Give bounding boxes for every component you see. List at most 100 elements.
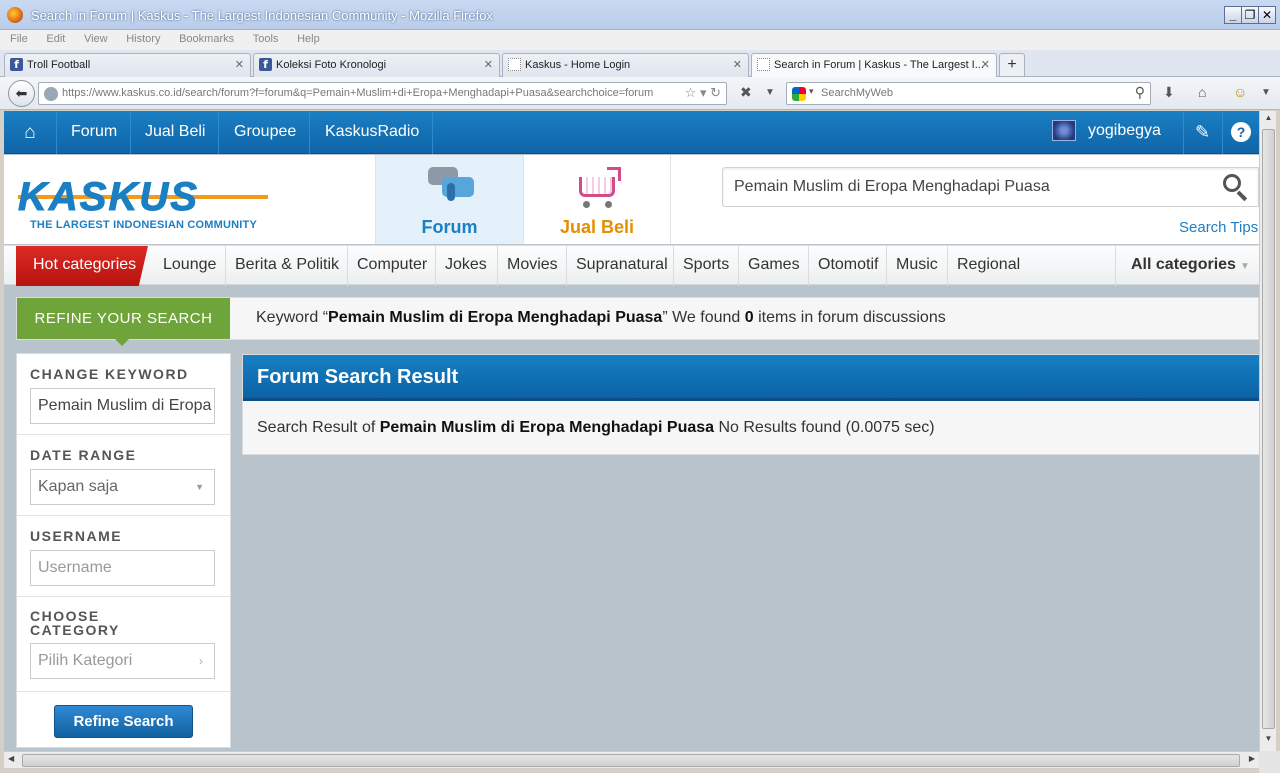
tab-koleksi-foto[interactable]: f Koleksi Foto Kronologi ✕: [253, 53, 500, 77]
category-select[interactable]: Pilih Kategori ›: [30, 643, 215, 679]
category-jokes[interactable]: Jokes: [435, 246, 496, 286]
firefox-icon: [7, 7, 23, 23]
scroll-right-arrow-icon[interactable]: ▶: [1249, 754, 1255, 763]
vertical-scrollbar[interactable]: ▲ ▼: [1259, 111, 1276, 751]
kaskus-logo[interactable]: KASKUS THE LARGEST INDONESIAN COMMUNITY: [18, 177, 268, 231]
menu-bookmarks[interactable]: Bookmarks: [179, 33, 234, 45]
home-icon[interactable]: ⌂: [1198, 84, 1206, 100]
category-music[interactable]: Music: [886, 246, 947, 286]
menu-history[interactable]: History: [126, 33, 160, 45]
topnav-forum[interactable]: Forum: [58, 111, 132, 154]
close-tab-icon[interactable]: ✕: [733, 54, 742, 76]
close-window-button[interactable]: ✕: [1258, 6, 1276, 24]
scroll-down-arrow-icon[interactable]: ▼: [1262, 734, 1275, 749]
scroll-left-arrow-icon[interactable]: ◀: [8, 754, 14, 763]
back-button[interactable]: ⬅: [8, 80, 35, 107]
tab-label: Search in Forum | Kaskus - The Largest I…: [774, 59, 984, 71]
category-berita-politik[interactable]: Berita & Politik: [225, 246, 348, 286]
category-computer[interactable]: Computer: [347, 246, 436, 286]
site-search-value: Pemain Muslim di Eropa Menghadapi Puasa: [734, 178, 1050, 195]
browser-search-box[interactable]: ▾ SearchMyWeb ⚲: [786, 82, 1151, 105]
scroll-up-arrow-icon[interactable]: ▲: [1262, 113, 1275, 128]
search-icon[interactable]: [1223, 174, 1249, 202]
chevron-down-icon[interactable]: ▾: [809, 86, 814, 97]
logo-wordmark: KASKUS: [18, 177, 268, 218]
username-section: USERNAME Username: [17, 516, 230, 597]
category-lounge[interactable]: Lounge: [154, 246, 225, 286]
tab-troll-football[interactable]: f Troll Football ✕: [4, 53, 251, 77]
tab-label: Kaskus - Home Login: [525, 59, 631, 71]
username-label: USERNAME: [30, 528, 123, 544]
help-icon: ?: [1231, 122, 1251, 142]
username-link[interactable]: yogibegya: [1088, 122, 1161, 140]
browser-search-placeholder: SearchMyWeb: [821, 87, 893, 99]
pointer-notch: [115, 339, 129, 346]
date-range-select[interactable]: Kapan saja ▼: [30, 469, 215, 505]
header-nav-jual-beli[interactable]: Jual Beli: [523, 155, 671, 244]
topnav-jual-beli[interactable]: Jual Beli: [132, 111, 220, 154]
shopping-cart-icon: [567, 163, 627, 211]
search-engine-icon[interactable]: [792, 87, 806, 101]
username-input[interactable]: Username: [30, 550, 215, 586]
dropdown-arrow-icon[interactable]: ▼: [765, 87, 775, 98]
facebook-icon: f: [259, 58, 272, 71]
refine-search-button[interactable]: Refine Search: [54, 705, 193, 738]
forum-chat-icon: [420, 163, 480, 211]
smiley-addon-icon[interactable]: ☺: [1233, 84, 1247, 100]
close-tab-icon[interactable]: ✕: [235, 54, 244, 76]
new-thread-button[interactable]: ✎: [1183, 111, 1221, 154]
maximize-button[interactable]: ❐: [1241, 6, 1259, 24]
scroll-thumb[interactable]: [22, 754, 1240, 767]
menu-file[interactable]: File: [10, 33, 28, 45]
avatar[interactable]: [1052, 120, 1076, 141]
header-nav-forum-label: Forum: [421, 217, 478, 237]
tab-bar: f Troll Football ✕ f Koleksi Foto Kronol…: [0, 50, 1280, 77]
category-supranatural[interactable]: Supranatural: [566, 246, 677, 286]
change-keyword-section: CHANGE KEYWORD Pemain Muslim di Eropa Me…: [17, 354, 230, 435]
tab-kaskus-home[interactable]: Kaskus - Home Login ✕: [502, 53, 749, 77]
menu-help[interactable]: Help: [297, 33, 320, 45]
menu-edit[interactable]: Edit: [46, 33, 65, 45]
home-button[interactable]: ⌂: [4, 111, 57, 154]
category-sports[interactable]: Sports: [673, 246, 738, 286]
bookmark-star-icon[interactable]: ☆ ▾ ↻: [685, 85, 721, 101]
blank-page-icon: [508, 58, 521, 71]
menu-view[interactable]: View: [84, 33, 108, 45]
header-nav-forum[interactable]: Forum: [375, 155, 523, 244]
search-results-panel: Forum Search Result Search Result of Pem…: [242, 354, 1259, 455]
horizontal-scrollbar[interactable]: ◀ ▶: [4, 751, 1259, 768]
choose-category-label: CHOOSE CATEGORY: [30, 608, 120, 638]
category-games[interactable]: Games: [738, 246, 809, 286]
date-range-label: DATE RANGE: [30, 447, 137, 463]
search-icon[interactable]: ⚲: [1135, 84, 1145, 101]
category-movies[interactable]: Movies: [497, 246, 567, 286]
search-tips-link[interactable]: Search Tips: [1179, 219, 1258, 236]
close-tab-icon[interactable]: ✕: [981, 54, 990, 76]
tab-label: Koleksi Foto Kronologi: [276, 59, 387, 71]
window-title: Search in Forum | Kaskus - The Largest I…: [31, 8, 493, 23]
url-bar[interactable]: https://www.kaskus.co.id/search/forum?f=…: [38, 82, 727, 105]
category-otomotif[interactable]: Otomotif: [808, 246, 887, 286]
header-nav-jual-beli-label: Jual Beli: [559, 217, 635, 237]
category-regional[interactable]: Regional: [947, 246, 1029, 286]
menu-arrow-icon[interactable]: ▼: [1261, 87, 1271, 98]
scroll-thumb[interactable]: [1262, 129, 1275, 729]
close-tab-icon[interactable]: ✕: [484, 54, 493, 76]
tab-search-in-forum[interactable]: Search in Forum | Kaskus - The Largest I…: [751, 53, 997, 77]
new-tab-button[interactable]: +: [999, 53, 1025, 77]
menu-tools[interactable]: Tools: [253, 33, 279, 45]
minimize-button[interactable]: _: [1224, 6, 1242, 24]
addon-icon[interactable]: ✖: [740, 84, 752, 101]
site-header: KASKUS THE LARGEST INDONESIAN COMMUNITY …: [4, 155, 1259, 244]
menu-bar: File Edit View History Bookmarks Tools H…: [0, 30, 1280, 50]
url-text: https://www.kaskus.co.id/search/forum?f=…: [62, 87, 654, 99]
topnav-kaskusradio[interactable]: KaskusRadio: [312, 111, 434, 154]
all-categories-dropdown[interactable]: All categories ▼: [1115, 246, 1259, 286]
keyword-input[interactable]: Pemain Muslim di Eropa Menghadapi Puasa: [30, 388, 215, 424]
refine-your-search-button[interactable]: REFINE YOUR SEARCH: [17, 298, 230, 346]
download-icon[interactable]: ⬇: [1163, 84, 1175, 101]
help-button[interactable]: ?: [1222, 111, 1259, 154]
topnav-groupee[interactable]: Groupee: [221, 111, 311, 154]
site-search-input[interactable]: Pemain Muslim di Eropa Menghadapi Puasa: [722, 167, 1259, 207]
hot-categories-button[interactable]: Hot categories: [16, 246, 148, 286]
